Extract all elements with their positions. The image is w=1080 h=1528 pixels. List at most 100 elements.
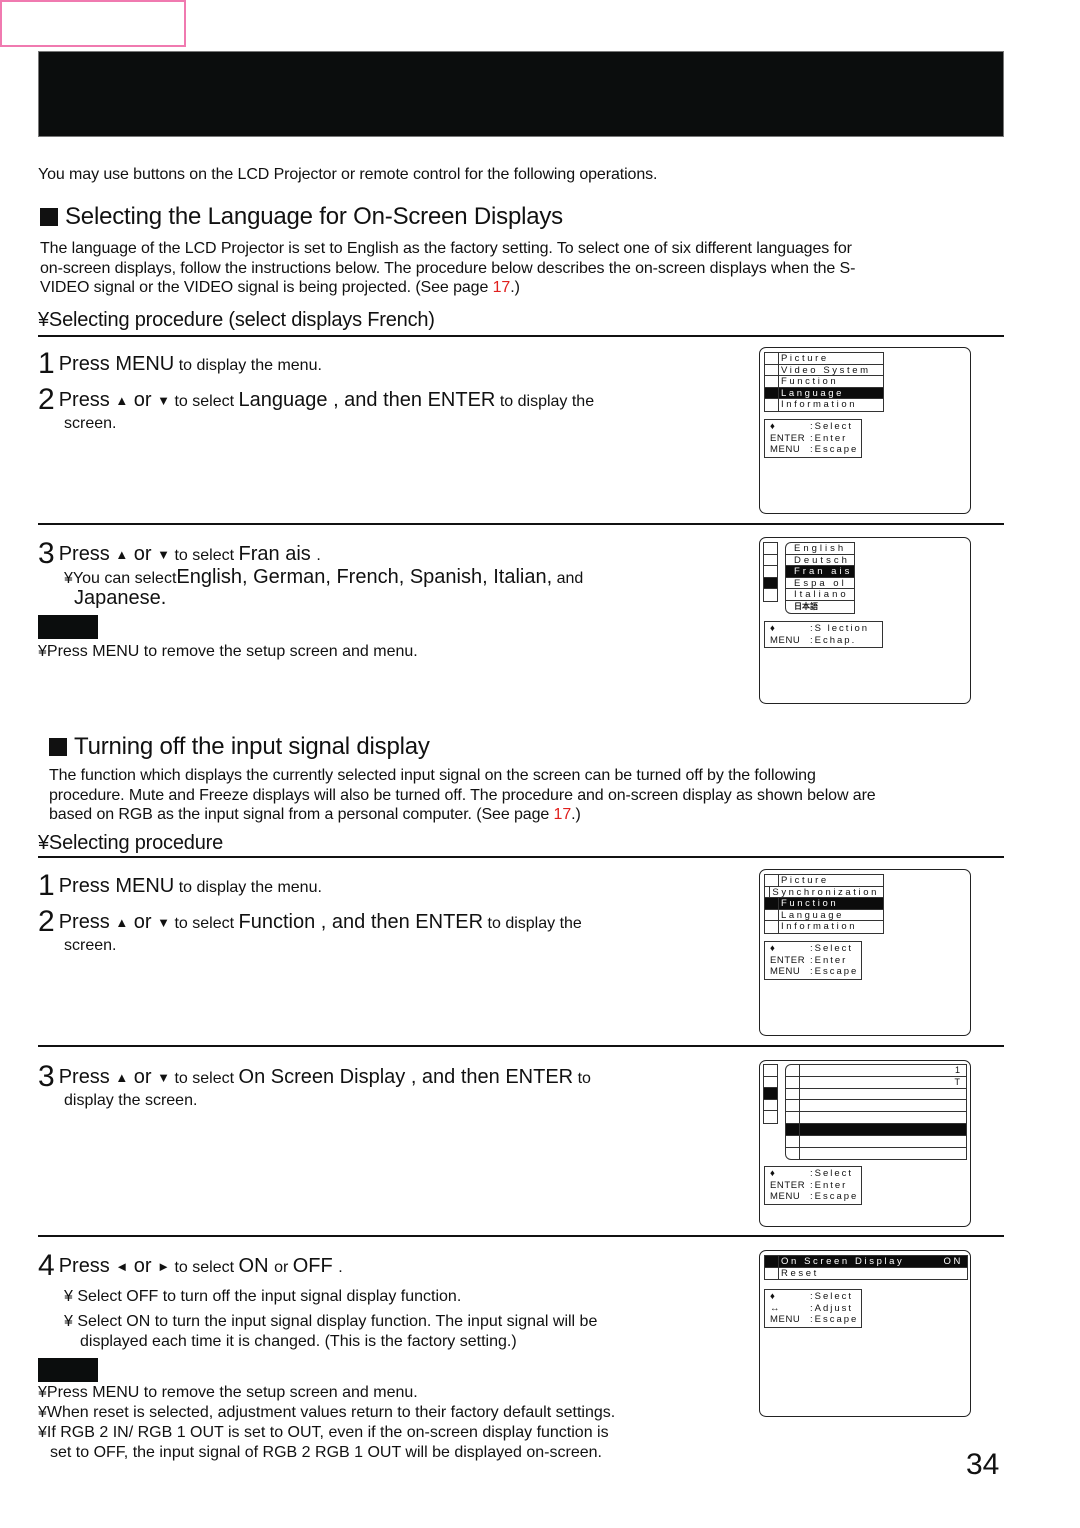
up-arrow-icon: ▲ (115, 1070, 129, 1085)
osd-help-action: :Select (810, 1168, 854, 1179)
osd-sidebar-cell (764, 1111, 777, 1123)
osd-help-action: :Select (810, 1291, 854, 1302)
step-2-continuation: screen. (64, 415, 117, 432)
osd-language-option[interactable]: Espa ol (786, 578, 854, 590)
osd-row-value (800, 1136, 966, 1147)
paragraph-line: based on RGB as the input signal from a … (49, 805, 1009, 825)
osd-menu-marker (765, 909, 779, 921)
osd-menu-item-text: Picture (781, 353, 829, 364)
osd-menu-item-text: Function (781, 376, 839, 388)
osd-menu-marker (765, 376, 779, 387)
osd-row-marker (786, 1112, 800, 1123)
osd-menu-item[interactable]: Picture (765, 353, 883, 365)
section-heading-input-signal: Turning off the input signal display (49, 733, 430, 761)
intro-text: You may use buttons on the LCD Projector… (38, 166, 658, 183)
note-label-block (38, 1358, 98, 1382)
osd-language-option[interactable]: Deutsch (786, 555, 854, 567)
osd-menu-item-text: Synchronization (772, 886, 879, 898)
osd-help-key: ENTER (770, 432, 806, 444)
osd-function-option[interactable]: 1 (786, 1065, 966, 1077)
step-3: 3 Press ▲ or ▼ to select On Screen Displa… (38, 1062, 591, 1092)
osd-function-option[interactable] (786, 1147, 966, 1160)
osd-help-key: ENTER (770, 954, 806, 966)
osd-function-option[interactable] (786, 1100, 966, 1113)
page-reference-link[interactable]: 17 (554, 806, 572, 823)
step-3-continuation: display the screen. (64, 1092, 198, 1109)
osd-function-option[interactable] (786, 1123, 966, 1136)
osd-sidebar-cell (764, 566, 777, 578)
osd-menu-item[interactable]: Picture (765, 875, 883, 887)
osd-menu-item[interactable]: Language (765, 909, 883, 922)
osd-menu-item[interactable]: Reset (765, 1267, 967, 1280)
osd-language-option[interactable]: 日本語 (786, 601, 854, 613)
osd-sidebar-cell (764, 1100, 777, 1112)
osd-function-option[interactable] (786, 1112, 966, 1124)
osd-help-key: MENU (770, 634, 801, 646)
osd-menu-item[interactable]: Video System (765, 364, 883, 377)
osd-help-line: ↔:Adjust (770, 1303, 858, 1315)
step-1: 1 Press MENU to display the menu. (38, 871, 322, 901)
osd-menu-item-text: Picture (781, 875, 829, 886)
osd-menu-marker (765, 387, 779, 399)
osd-row-value (800, 1112, 966, 1123)
osd-help-action: :Escape (810, 1314, 859, 1325)
note-text: ¥If RGB 2 IN/ RGB 1 OUT is set to OUT, e… (38, 1424, 609, 1441)
step-text: to select (170, 393, 239, 410)
osd-language-option[interactable]: Fran ais (786, 566, 854, 578)
up-arrow-icon: ▲ (115, 915, 129, 930)
osd-menu-item-label: Language (779, 388, 883, 399)
osd-row-value (800, 1089, 966, 1100)
step-text: Press (58, 911, 116, 933)
page-number: 34 (966, 1448, 1000, 1481)
step-text: ON (238, 1255, 275, 1277)
osd-row-value (800, 1148, 966, 1160)
osd-menu-item[interactable]: Information (765, 921, 883, 933)
osd-on-screen-display-menu: On Screen Display ON Reset ♦:Select ↔:Adjus… (759, 1250, 971, 1417)
osd-help-key: MENU (770, 1314, 801, 1325)
osd-menu-item-label: Video System (779, 365, 883, 376)
osd-language-option[interactable]: English (786, 543, 854, 555)
osd-help-line: ♦:Select (770, 1291, 858, 1303)
osd-help-key: ♦ (770, 1168, 776, 1179)
osd-help-key: ENTER (770, 1179, 806, 1191)
page-reference-link[interactable]: 17 (493, 279, 511, 296)
osd-help-box: ♦ :Select ENTER :Enter MENU:Escape (764, 1166, 862, 1205)
osd-menu-marker (765, 921, 779, 933)
osd-function-option[interactable] (786, 1088, 966, 1101)
bullet-select-on: ¥ Select ON to turn the input signal dis… (64, 1313, 598, 1330)
osd-menu-item[interactable]: Information (765, 399, 883, 411)
bullet-text: and (552, 570, 584, 587)
square-bullet-icon (40, 208, 58, 226)
osd-function-option[interactable] (786, 1135, 966, 1148)
osd-menu-item[interactable]: Language (765, 387, 883, 400)
divider (38, 1235, 1004, 1237)
osd-help-action: :Enter (810, 1179, 848, 1191)
osd-help-line: MENU:Escape (770, 1191, 858, 1203)
up-arrow-icon: ▲ (115, 393, 129, 408)
osd-menu-item[interactable]: On Screen Display ON (765, 1256, 967, 1268)
osd-menu-item[interactable]: Synchronization (765, 886, 883, 899)
osd-language-option[interactable]: Italiano (786, 589, 854, 601)
osd-menu-marker (765, 1256, 779, 1267)
step-text: Press (58, 543, 116, 565)
osd-help-action: :Enter (810, 432, 848, 444)
osd-menu-marker (765, 1267, 779, 1280)
step-text: . (316, 547, 321, 564)
right-arrow-icon: ► (157, 1259, 171, 1274)
step-text: Fran ais (238, 543, 317, 565)
osd-function-option[interactable]: T (786, 1076, 966, 1089)
step-text: , and then ENTER (320, 911, 484, 933)
osd-sidebar-cell (764, 589, 777, 601)
osd-row-value: 1 (954, 1065, 960, 1075)
step-text: to display the menu. (174, 879, 322, 896)
osd-help-line: MENU:Escape (770, 966, 858, 978)
bullet-select-off: ¥ Select OFF to turn off the input signa… (64, 1288, 462, 1305)
osd-row-marker (786, 1076, 800, 1088)
osd-row-value (800, 1100, 966, 1111)
osd-row-marker (786, 1147, 800, 1160)
osd-menu-item[interactable]: Function (765, 898, 883, 910)
section-heading-language: Selecting the Language for On-Screen Dis… (40, 203, 563, 231)
step-2-continuation: screen. (64, 937, 117, 954)
osd-menu-item[interactable]: Function (765, 376, 883, 388)
osd-menu-item-text: On Screen Display (781, 1256, 905, 1267)
